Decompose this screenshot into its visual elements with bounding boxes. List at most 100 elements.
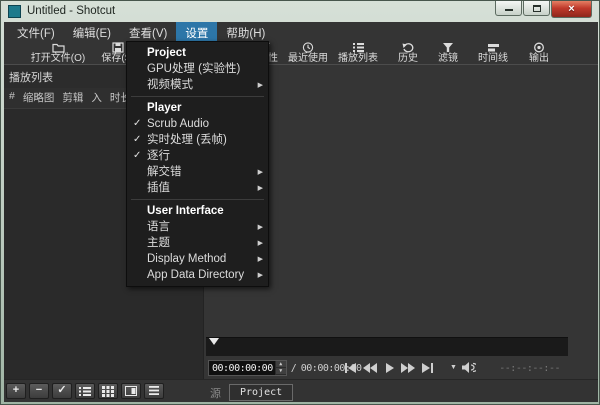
settings-menu-item-deinterlacer[interactable]: 解交错▶ (127, 164, 268, 180)
timeline-icon (487, 42, 500, 53)
settings-menu-item-theme[interactable]: 主题▶ (127, 235, 268, 251)
playhead-marker[interactable] (209, 338, 219, 345)
skip-start-icon (343, 362, 359, 374)
menu-help[interactable]: 帮助(H) (217, 22, 274, 41)
playlist-menu-button[interactable] (144, 383, 164, 399)
toolbar: 打开文件(O) 保存(S) i 属性 最近使用 播放列表 历史 (4, 41, 598, 65)
menu-edit[interactable]: 编辑(E) (64, 22, 120, 41)
filters-button[interactable]: 滤镜 (430, 42, 466, 64)
bottom-bar: + − ✓ 源 Project (4, 379, 598, 402)
hamburger-menu-icon (149, 386, 159, 395)
settings-menu-header-project: Project (127, 45, 268, 61)
history-button[interactable]: 历史 (390, 42, 426, 64)
settings-menu-item-language[interactable]: 语言▶ (127, 219, 268, 235)
tiles-view-icon (102, 386, 114, 397)
checkmark-icon: ✓ (133, 132, 141, 148)
submenu-arrow-icon: ▶ (258, 165, 263, 181)
window-title: Untitled - Shotcut (27, 5, 115, 17)
remove-clip-button[interactable]: − (29, 383, 49, 399)
skip-to-start-button[interactable] (342, 361, 360, 375)
current-time-spinbox[interactable]: 00:00:00:00 ▲ ▼ (208, 360, 287, 376)
maximize-icon (533, 5, 541, 12)
details-view-button[interactable] (75, 383, 95, 399)
fast-forward-icon (400, 362, 416, 374)
export-button[interactable]: 输出 (521, 42, 557, 64)
submenu-arrow-icon: ▶ (258, 78, 263, 94)
fast-forward-button[interactable] (399, 361, 417, 375)
checkmark-icon: ✓ (133, 116, 141, 132)
col-index[interactable]: # (9, 90, 15, 105)
tab-project[interactable]: Project (229, 384, 293, 401)
export-target-icon (533, 42, 545, 53)
submenu-arrow-icon: ▶ (258, 236, 263, 252)
submenu-arrow-icon: ▶ (258, 268, 263, 284)
timecode-group: 00:00:00:00 ▲ ▼ / 00:00:00:00 (208, 360, 362, 376)
settings-menu-item-app-data-directory[interactable]: App Data Directory▶ (127, 267, 268, 283)
add-clip-button[interactable]: + (6, 383, 26, 399)
close-icon: × (568, 4, 574, 15)
details-view-icon (79, 386, 91, 396)
submenu-arrow-icon: ▶ (258, 220, 263, 236)
settings-menu: Project GPU处理 (实验性) 视频模式▶ Player ✓Scrub … (126, 41, 269, 287)
seek-bar[interactable] (206, 337, 568, 356)
settings-menu-item-scrub-audio[interactable]: ✓Scrub Audio (127, 116, 268, 132)
selected-time-display: --:--:--:-- (499, 363, 560, 374)
settings-menu-item-gpu-processing[interactable]: GPU处理 (实验性) (127, 61, 268, 77)
play-icon (381, 362, 397, 374)
tab-source[interactable]: 源 (210, 383, 229, 401)
maximize-button[interactable] (523, 1, 550, 16)
rewind-icon (362, 362, 378, 374)
play-button[interactable] (380, 361, 398, 375)
spin-down-button[interactable]: ▼ (276, 368, 286, 375)
playlist-button[interactable]: 播放列表 (330, 42, 386, 64)
speaker-icon[interactable] (461, 361, 476, 374)
volume-controls: ▼ (450, 361, 476, 374)
app-logo-icon (8, 5, 21, 18)
minimize-button[interactable] (495, 1, 522, 16)
settings-menu-item-progressive[interactable]: ✓逐行 (127, 148, 268, 164)
open-folder-icon (52, 42, 65, 53)
icons-view-icon (125, 386, 137, 396)
col-in[interactable]: 入 (91, 90, 102, 105)
open-file-button[interactable]: 打开文件(O) (19, 42, 97, 64)
history-undo-icon (402, 42, 415, 53)
spin-up-button[interactable]: ▲ (276, 361, 286, 368)
save-icon (112, 42, 124, 53)
recent-button[interactable]: 最近使用 (280, 42, 336, 64)
col-thumbnail[interactable]: 缩略图 (23, 90, 55, 105)
update-clip-button[interactable]: ✓ (52, 383, 72, 399)
settings-menu-header-user-interface: User Interface (127, 203, 268, 219)
close-button[interactable]: × (551, 1, 592, 18)
col-clip[interactable]: 剪辑 (62, 90, 83, 105)
transport-buttons (342, 361, 436, 375)
playlist-icon (352, 42, 365, 53)
timeline-button[interactable]: 时间线 (468, 42, 518, 64)
recent-clock-icon (302, 42, 314, 53)
submenu-arrow-icon: ▶ (258, 181, 263, 197)
filter-funnel-icon (442, 42, 454, 53)
client-area: 文件(F) 编辑(E) 查看(V) 设置 帮助(H) 打开文件(O) 保存(S)… (4, 22, 598, 402)
rewind-button[interactable] (361, 361, 379, 375)
app-window: Untitled - Shotcut × 文件(F) 编辑(E) 查看(V) 设… (0, 0, 600, 405)
time-separator: / (291, 363, 297, 374)
settings-menu-header-player: Player (127, 100, 268, 116)
player-tabs: 源 Project (210, 383, 293, 401)
current-time-value[interactable]: 00:00:00:00 (209, 361, 275, 375)
transport-bar: 00:00:00:00 ▲ ▼ / 00:00:00:00 (204, 358, 598, 379)
skip-end-icon (419, 362, 435, 374)
menu-settings[interactable]: 设置 (176, 22, 217, 41)
tiles-view-button[interactable] (98, 383, 118, 399)
minimize-icon (505, 9, 513, 11)
settings-menu-item-interpolation[interactable]: 插值▶ (127, 180, 268, 196)
icons-view-button[interactable] (121, 383, 141, 399)
settings-menu-item-video-mode[interactable]: 视频模式▶ (127, 77, 268, 93)
settings-menu-item-display-method[interactable]: Display Method▶ (127, 251, 268, 267)
menu-view[interactable]: 查看(V) (120, 22, 176, 41)
menu-file[interactable]: 文件(F) (8, 22, 64, 41)
volume-dropdown-icon[interactable]: ▼ (450, 364, 457, 371)
settings-menu-item-realtime[interactable]: ✓实时处理 (丢帧) (127, 132, 268, 148)
submenu-arrow-icon: ▶ (258, 252, 263, 268)
menubar: 文件(F) 编辑(E) 查看(V) 设置 帮助(H) (4, 22, 598, 41)
titlebar[interactable]: Untitled - Shotcut × (1, 1, 599, 22)
skip-to-end-button[interactable] (418, 361, 436, 375)
